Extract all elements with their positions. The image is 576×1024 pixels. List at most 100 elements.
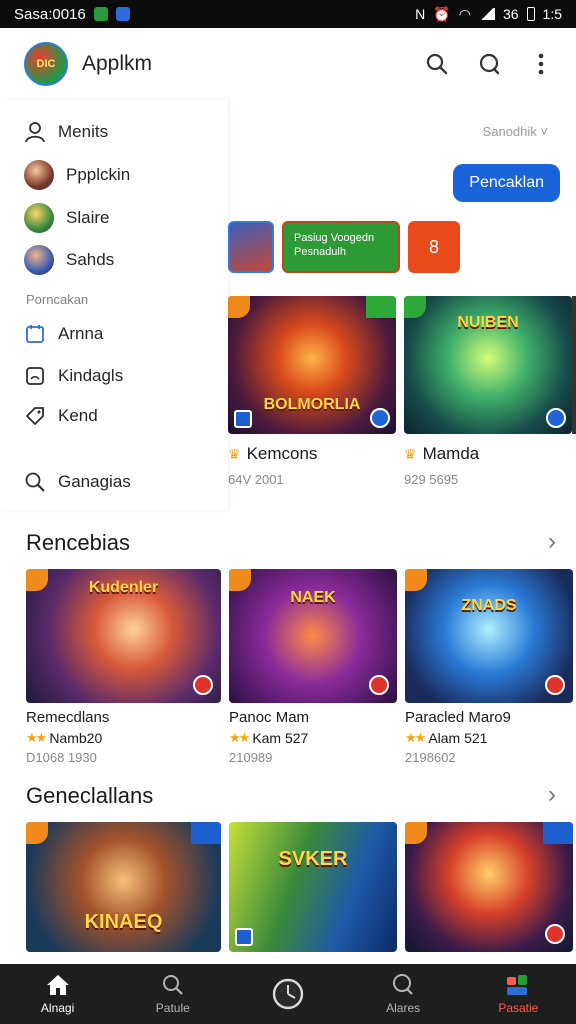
nav-home[interactable]: Alnagi bbox=[8, 973, 108, 1015]
section-title: Rencebias bbox=[26, 530, 130, 555]
chip-row: Pasiug Voogedn Pesnadulh 8 bbox=[228, 221, 460, 275]
game-artwork: NAEK bbox=[229, 569, 397, 703]
search-icon bbox=[24, 471, 46, 493]
game-rating-text: Kam 527 bbox=[252, 730, 309, 746]
featured-row: BOLMORLIA ♛ Kemcons 64V 2001 NUIBEN ♛ Mamd… bbox=[228, 296, 572, 487]
filter-dropdown[interactable]: Sanodhik ˅ bbox=[483, 124, 548, 139]
featured-card[interactable]: BOLMORLIA ♛ Kemcons 64V 2001 bbox=[228, 296, 396, 487]
game-meta: D1068 1930 bbox=[26, 750, 97, 765]
alarm-icon: ⏰ bbox=[433, 5, 451, 22]
drawer-link-label: Kend bbox=[58, 406, 98, 425]
drawer-item-label: Sahds bbox=[66, 250, 115, 269]
art-title: NAEK bbox=[290, 589, 336, 606]
primary-action-button[interactable]: Pencaklan bbox=[453, 164, 560, 202]
art-title: SVKER bbox=[278, 848, 348, 870]
featured-name: Mamda bbox=[422, 444, 480, 463]
featured-card[interactable]: NUIBEN ♛ Mamda 929 5695 bbox=[404, 296, 572, 487]
chevron-right-icon[interactable]: › bbox=[548, 528, 556, 556]
game-artwork: ZNADS bbox=[405, 569, 573, 703]
recommended-row: Kudenler Remecdlans ★★ Namb20 D1068 1930 … bbox=[26, 569, 573, 765]
drawer-item-label: Menits bbox=[58, 122, 109, 141]
filter-label: Sanodhik bbox=[482, 124, 537, 139]
avatar bbox=[24, 160, 54, 190]
drawer-link-label: Arnna bbox=[58, 324, 104, 343]
chip-avatar[interactable] bbox=[228, 221, 274, 273]
notification-icon bbox=[93, 7, 108, 21]
drawer-item-kend[interactable]: Kend bbox=[24, 400, 98, 432]
game-rating-text: Namb20 bbox=[49, 730, 103, 746]
drawer-item-arnna[interactable]: Arnna bbox=[24, 318, 103, 350]
status-time: Sasa:0016 bbox=[14, 5, 86, 23]
nav-games[interactable]: Pasatie bbox=[468, 973, 568, 1015]
drawer-item-ppplckin[interactable]: Ppplckin bbox=[24, 159, 130, 191]
badge-icon bbox=[543, 822, 573, 844]
search-icon[interactable] bbox=[424, 51, 450, 77]
game-rating-text: Alam 521 bbox=[428, 730, 488, 746]
game-card[interactable]: NAEK Panoc Mam ★★ Kam 527 210989 bbox=[229, 569, 397, 765]
featured-meta: 64V 2001 bbox=[228, 472, 284, 487]
store-badge-icon bbox=[546, 408, 566, 428]
star-rating-icon: ★★ bbox=[229, 730, 250, 745]
chevron-right-icon[interactable]: › bbox=[548, 781, 556, 809]
section-title: Geneclallans bbox=[26, 783, 154, 808]
badge-icon bbox=[193, 675, 213, 695]
drawer-item-label: Ppplckin bbox=[66, 165, 131, 184]
clock-icon bbox=[272, 978, 304, 1010]
drawer-item-label: Slaire bbox=[66, 208, 110, 227]
platform-icon bbox=[235, 928, 253, 946]
notification-icon bbox=[115, 7, 130, 21]
nav-label: Patule bbox=[155, 1001, 190, 1015]
chip-promo[interactable]: Pasiug Voogedn Pesnadulh bbox=[282, 221, 400, 273]
more-options-icon[interactable] bbox=[528, 51, 554, 77]
battery-percent: 36 bbox=[502, 6, 519, 22]
drawer-link-label: Kindagls bbox=[58, 366, 124, 385]
game-card[interactable]: KINAEQ bbox=[26, 822, 221, 952]
art-title: KINAEQ bbox=[84, 911, 163, 933]
nav-clock[interactable] bbox=[238, 977, 338, 1011]
app-title: Applkm bbox=[82, 52, 153, 75]
art-title: NUIBEN bbox=[457, 314, 519, 331]
person-icon bbox=[24, 121, 46, 143]
drawer-search-label: Ganagias bbox=[58, 472, 131, 491]
badge-icon bbox=[26, 822, 48, 844]
game-card[interactable]: SVKER bbox=[229, 822, 397, 952]
games-icon bbox=[507, 975, 528, 995]
badge-icon bbox=[366, 296, 396, 318]
badge-icon bbox=[545, 924, 565, 944]
app-logo[interactable]: DIC bbox=[24, 42, 68, 86]
chip-count[interactable]: 8 bbox=[408, 221, 460, 273]
star-rating-icon: ★★ bbox=[405, 730, 426, 745]
drawer-item-menits[interactable]: Menits bbox=[24, 116, 108, 148]
crown-icon: ♛ bbox=[228, 445, 241, 462]
game-card[interactable] bbox=[405, 822, 573, 952]
avatar bbox=[24, 245, 54, 275]
art-title: Kudenler bbox=[88, 579, 159, 596]
featured-artwork: NUIBEN bbox=[404, 296, 572, 434]
avatar bbox=[24, 203, 54, 233]
drawer-item-sahds[interactable]: Sahds bbox=[24, 244, 114, 276]
featured-meta: 929 5695 bbox=[404, 472, 459, 487]
drawer-item-slaire[interactable]: Slaire bbox=[24, 202, 109, 234]
nav-search[interactable]: Patule bbox=[123, 973, 223, 1015]
search-icon bbox=[162, 975, 183, 995]
drawer-item-kindagls[interactable]: Kindagls bbox=[24, 360, 123, 392]
nav-chat[interactable]: Alares bbox=[353, 973, 453, 1015]
game-card[interactable]: Kudenler Remecdlans ★★ Namb20 D1068 1930 bbox=[26, 569, 221, 765]
game-card[interactable]: ZNADS Paracled Maro9 ★★ Alam 521 2198602 bbox=[405, 569, 573, 765]
badge-icon bbox=[191, 822, 221, 844]
nav-label: Alnagi bbox=[40, 1001, 75, 1015]
status-clock: 1:5 bbox=[542, 6, 562, 22]
battery-icon bbox=[526, 7, 535, 21]
badge-icon bbox=[405, 822, 427, 844]
store-badge-icon bbox=[370, 408, 390, 428]
navigation-drawer: Menits Ppplckin Slaire Sahds Porncakan A… bbox=[0, 100, 228, 510]
chip-promo-text: Pasiug Voogedn Pesnadulh bbox=[294, 232, 375, 258]
star-rating-icon: ★★ bbox=[26, 730, 47, 745]
chat-icon bbox=[393, 974, 413, 995]
chat-search-icon[interactable] bbox=[476, 51, 502, 77]
art-title: ZNADS bbox=[461, 597, 517, 614]
status-bar: Sasa:0016 N ⏰ ◠ 36 1:5 bbox=[0, 0, 576, 28]
tag-icon bbox=[24, 405, 46, 427]
drawer-item-search[interactable]: Ganagias bbox=[24, 466, 131, 498]
game-meta: 210989 bbox=[229, 750, 273, 765]
